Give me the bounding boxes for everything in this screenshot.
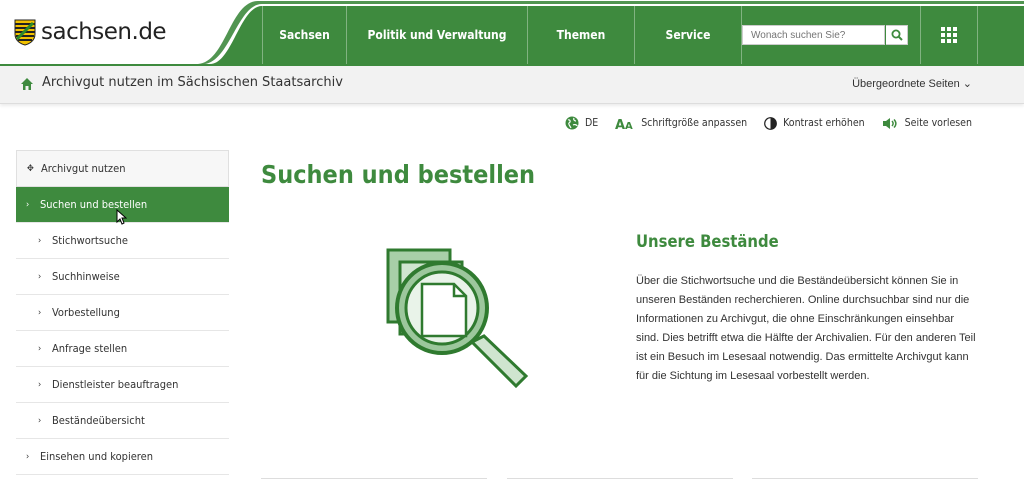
- sidebar-item-label: Beständeübersicht: [52, 414, 145, 427]
- parent-pages-dropdown[interactable]: Übergeordnete Seiten ⌄: [852, 77, 972, 90]
- font-size-icon: A A: [615, 118, 633, 130]
- sidebar-item-label: Suchen und bestellen: [40, 198, 148, 211]
- main-navigation: Sachsen Politik und Verwaltung Themen Se…: [262, 6, 742, 64]
- nav-politik-und-verwaltung[interactable]: Politik und Verwaltung: [347, 6, 528, 64]
- sidebar-item-label: Anfrage stellen: [52, 342, 128, 355]
- search-input[interactable]: [742, 25, 885, 45]
- nav-service[interactable]: Service: [635, 6, 742, 64]
- document-magnifier-illustration: [386, 248, 529, 388]
- parent-level-icon: ✥: [27, 163, 34, 174]
- sidebar-item-dienstleister-beauftragen[interactable]: › Dienstleister beauftragen: [16, 367, 229, 403]
- chevron-right-icon: ›: [26, 199, 30, 210]
- sidebar-item-suchhinweise[interactable]: › Suchhinweise: [16, 259, 229, 295]
- sidebar-item-label: Einsehen und kopieren: [40, 450, 153, 463]
- sidebar-navigation: ✥ Archivgut nutzen › Suchen und bestelle…: [16, 150, 229, 475]
- grid-icon: [941, 27, 957, 43]
- sidebar-item-label: Suchhinweise: [52, 270, 120, 283]
- language-switcher[interactable]: DE: [565, 116, 598, 130]
- chevron-right-icon: ›: [38, 307, 42, 318]
- sidebar-item-label: Vorbestellung: [52, 306, 120, 319]
- sidebar-item-label: Stichwortsuche: [52, 234, 128, 247]
- breadcrumb-title[interactable]: Archivgut nutzen im Sächsischen Staatsar…: [42, 75, 343, 90]
- chevron-right-icon: ›: [38, 379, 42, 390]
- chevron-right-icon: ›: [38, 343, 42, 354]
- svg-text:A: A: [615, 118, 625, 130]
- speaker-icon: [882, 117, 897, 129]
- section-title: Unsere Bestände: [636, 232, 779, 251]
- nav-themen[interactable]: Themen: [528, 6, 635, 64]
- search-icon: [891, 29, 903, 41]
- contrast-icon: [764, 116, 778, 130]
- chevron-right-icon: ›: [38, 271, 42, 282]
- read-aloud-label: Seite vorlesen: [904, 117, 972, 129]
- nav-sachsen[interactable]: Sachsen: [262, 6, 347, 64]
- sidebar-item-einsehen-und-kopieren[interactable]: › Einsehen und kopieren: [16, 439, 229, 475]
- sidebar-item-anfrage-stellen[interactable]: › Anfrage stellen: [16, 331, 229, 367]
- sidebar-item-bestaendeuebersicht[interactable]: › Beständeübersicht: [16, 403, 229, 439]
- section-text: Über die Stichwortsuche und die Bestände…: [636, 275, 976, 382]
- sidebar-item-vorbestellung[interactable]: › Vorbestellung: [16, 295, 229, 331]
- search-button[interactable]: [886, 25, 908, 45]
- sidebar-item-suchen-und-bestellen[interactable]: › Suchen und bestellen: [16, 187, 229, 225]
- sidebar-item-label: Archivgut nutzen: [41, 162, 126, 175]
- content-divider: [752, 478, 978, 479]
- font-size-button[interactable]: A A Schriftgröße anpassen: [615, 117, 747, 130]
- logo-text: sachsen.de: [41, 19, 167, 45]
- content-divider: [507, 478, 733, 479]
- globe-icon: [565, 116, 579, 130]
- svg-text:A: A: [625, 121, 633, 130]
- sidebar-item-archivgut-nutzen[interactable]: ✥ Archivgut nutzen: [16, 150, 229, 187]
- chevron-right-icon: ›: [38, 235, 42, 246]
- site-header: sachsen.de Sachsen Politik und Verwaltun…: [0, 0, 1024, 66]
- breadcrumb-bar: Archivgut nutzen im Sächsischen Staatsar…: [0, 66, 1024, 104]
- accessibility-toolbar: DE A A Schriftgröße anpassen Kontrast er…: [548, 116, 972, 130]
- font-size-label: Schriftgröße anpassen: [641, 117, 748, 129]
- contrast-label: Kontrast erhöhen: [783, 117, 865, 129]
- page-title: Suchen und bestellen: [261, 160, 536, 189]
- sidebar-item-label: Dienstleister beauftragen: [52, 378, 179, 391]
- contrast-button[interactable]: Kontrast erhöhen: [764, 116, 865, 130]
- sidebar-item-stichwortsuche[interactable]: › Stichwortsuche: [16, 223, 229, 259]
- chevron-right-icon: ›: [26, 451, 30, 462]
- apps-menu-button[interactable]: [920, 6, 978, 64]
- search-box: [742, 25, 908, 45]
- site-logo[interactable]: sachsen.de: [0, 0, 262, 64]
- chevron-right-icon: ›: [38, 415, 42, 426]
- home-icon[interactable]: [20, 77, 34, 91]
- read-aloud-button[interactable]: Seite vorlesen: [882, 117, 972, 130]
- saxony-coat-of-arms-icon: [14, 19, 36, 46]
- content-divider: [261, 478, 487, 479]
- language-label: DE: [584, 117, 599, 129]
